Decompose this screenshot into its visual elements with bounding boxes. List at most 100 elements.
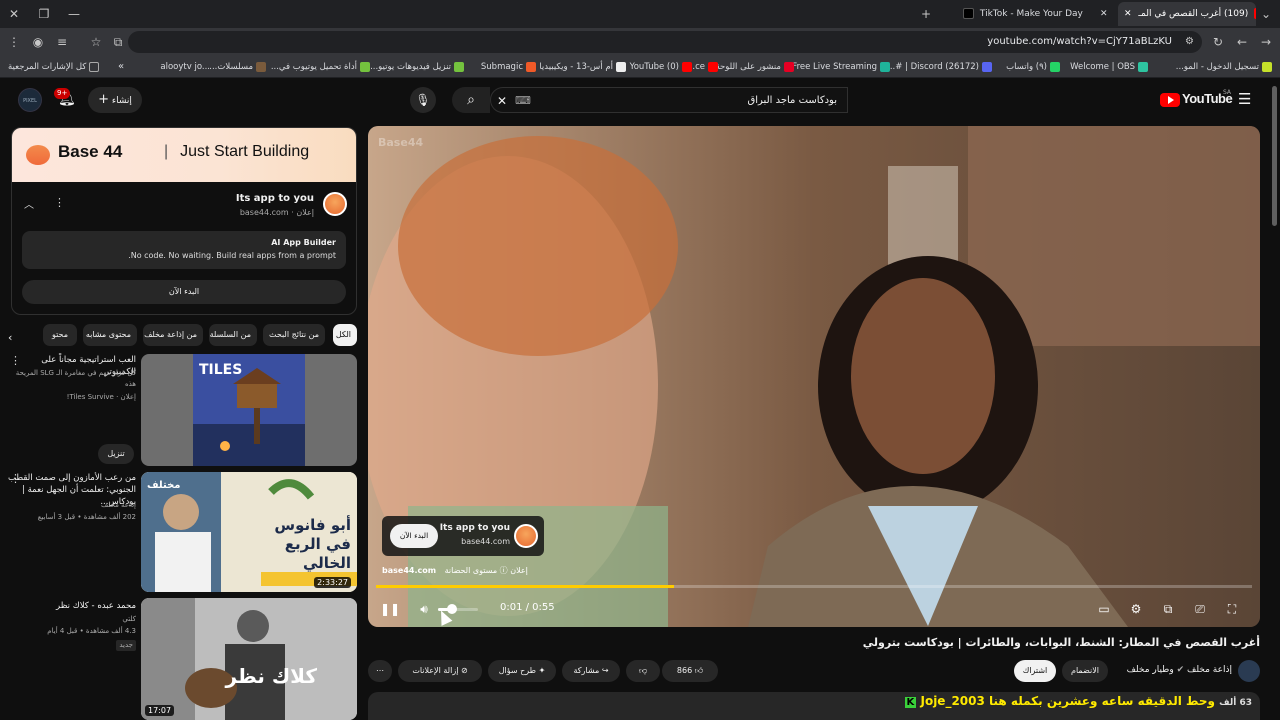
rec-channel: كلتي [122,615,136,623]
open-in-app-icon[interactable]: ⧉ [108,32,128,52]
page-scrollbar[interactable] [1272,86,1277,226]
video-thumbnail[interactable]: مختلف أبو فانوس في الربع الخالي 2:33:27 [141,472,357,592]
avatar[interactable]: PIXEL [18,88,42,112]
overlay-cta-button[interactable]: البدء الآن [390,524,438,548]
ad-site-link[interactable]: base44.com [382,566,436,575]
sparkle-icon: ✦ [538,666,546,675]
chip-from-channel[interactable]: من إذاعة مخلف [143,324,203,346]
chip-similar[interactable]: محتوى مشابه [83,324,137,346]
ad-title: Its app to you [235,193,314,204]
bookmark-item[interactable]: منشور على اللوحة... [707,56,794,78]
reading-list-icon[interactable]: ≡ [52,32,72,52]
subscribe-button[interactable]: اشتراك [1014,660,1056,682]
subtitles-icon[interactable]: ▭ [1094,599,1114,619]
ad-menu-icon[interactable]: ⋮ [54,196,65,209]
bookmark-item[interactable]: (٩) واتساب [1006,56,1060,78]
thumbs-up-icon: 👍︎ [694,666,704,675]
ad-cta-button[interactable]: البدء الآن [22,280,346,304]
chip-more[interactable]: محتو [43,324,77,346]
miniplayer-icon[interactable]: ⧉ [1158,599,1178,619]
pause-icon[interactable]: ❚❚ [380,599,400,619]
chip-all[interactable]: الكل [333,324,357,346]
keyboard-icon[interactable]: ⌨ [515,88,531,114]
reload-icon[interactable]: ↻ [1208,32,1228,52]
verified-icon: ✔ [1176,665,1185,675]
bookmark-item[interactable]: تسجيل الدخول - المو... [1176,56,1272,78]
bookmark-item[interactable]: (0) YouTube [630,56,692,78]
ask-button[interactable]: ✦ طرح سؤال [488,660,556,682]
video-thumbnail[interactable]: TILES [141,354,357,466]
volume-icon[interactable]: 🔊︎ [414,599,434,619]
dislike-button[interactable]: 👎︎ [626,660,660,682]
more-actions-icon[interactable]: ⋯ [368,660,392,682]
list-item[interactable]: TILES ⋮ العب استراتيجية مجاناً على الكمب… [0,354,360,466]
address-bar[interactable]: youtube.com/watch?v=CjY71aBLzKU ⚙ [128,31,1202,53]
overlay-ad-card[interactable]: البدء الآن Its app to you base44.com [382,516,544,556]
bookmark-item[interactable]: (26172) Discord | #... [887,56,992,78]
progress-fill [376,585,674,588]
bookmark-item[interactable]: alooytv jo... [160,56,210,78]
new-tab-icon[interactable]: + [916,4,936,24]
collapse-chevron-icon[interactable]: ︿ [24,196,34,211]
bookmark-item[interactable]: تنزيل فيديوهات يوتيو... [370,56,464,78]
youtube-play-icon [1160,93,1180,107]
window-restore-icon[interactable]: ❐ [34,4,54,24]
close-icon[interactable]: ✕ [1100,2,1108,26]
ad-sponsor: إعلان · base44.com [239,208,314,217]
remove-ads-button[interactable]: ⊘ إزالة الإعلانات [398,660,482,682]
hamburger-menu-icon[interactable]: ☰ [1238,90,1251,108]
notification-badge: 9+ [54,88,71,99]
tab-youtube[interactable]: ✕ (109) أغرب القصص في المـ [1118,2,1256,26]
forward-icon[interactable]: → [1256,32,1276,52]
bookmark-all[interactable]: كل الإشارات المرجعية [8,56,100,78]
channel-avatar[interactable] [1238,660,1260,682]
join-button[interactable]: الانضمام [1062,660,1108,682]
plus-icon: + [98,92,109,107]
window-close-icon[interactable]: ✕ [4,4,24,24]
search-icon[interactable]: ⌕ [452,87,490,113]
chip-from-search[interactable]: من نتائج البحث [263,324,325,346]
create-button[interactable]: إنشاء + [88,87,142,113]
tiktok-favicon-icon [963,8,974,19]
profile-icon[interactable]: ◉ [28,32,48,52]
tab-tiktok[interactable]: ✕ TikTok - Make Your Day [940,2,1110,26]
bookmark-item[interactable]: Free Live Streaming... [784,56,890,78]
install-button[interactable]: تنزيل [98,444,134,464]
clear-search-icon[interactable]: ✕ [497,88,507,114]
settings-gear-icon[interactable]: ⚙ [1126,599,1146,619]
bookmark-item[interactable]: Welcome | OBS [1070,56,1148,78]
menu-dots-icon[interactable]: ⋮ [4,32,24,52]
like-button[interactable]: 866 👍︎ [662,660,718,682]
url-text: youtube.com/watch?v=CjY71aBLzKU [987,36,1172,47]
bookmark-star-icon[interactable]: ☆ [86,32,106,52]
list-item[interactable]: كلاك نظر 17:07 محمد عبده - كلاك نظر كلتي… [0,598,360,720]
info-icon[interactable]: ⓘ [500,566,508,575]
rec-channel: إذاعة مخلف [101,501,136,509]
voice-search-icon[interactable]: 🎙︎ [410,87,436,113]
fullscreen-icon[interactable]: ⛶ [1222,599,1242,619]
search-input[interactable]: ✕ ⌨ بودكاست ماجد البراق [490,87,848,113]
bookmark-item[interactable]: أداة تحميل يوتيوب في... [271,56,370,78]
bookmark-item[interactable]: Submagic [481,56,536,78]
progress-bar[interactable] [376,585,1252,588]
thumb-text: أبو فانوس في الربع الخالي [274,516,351,572]
ad-info-line: base44.com مستوى الحضانة ⓘ إعلان [382,566,528,575]
video-player[interactable]: Base44 البدء الآن Its app to you base44.… [368,126,1260,627]
video-thumbnail[interactable]: كلاك نظر 17:07 [141,598,357,720]
window-minimize-icon[interactable]: — [64,4,84,24]
site-settings-icon[interactable]: ⚙ [1185,31,1194,53]
chip-from-series[interactable]: من السلسلة [209,324,257,346]
close-icon[interactable]: ✕ [1124,9,1132,19]
ad-banner[interactable]: Base 44 | Just Start Building [12,128,356,182]
bookmark-item[interactable]: أم أس-13 - ويكيبيديا [539,56,626,78]
youtube-favicon-icon [1254,8,1256,19]
description-box[interactable]: 63 ألف وحط الدقيقه ساعه وعشرين بكمله هنا… [368,692,1260,720]
cast-icon[interactable]: ⎚ [1190,599,1210,619]
list-item[interactable]: مختلف أبو فانوس في الربع الخالي 2:33:27 … [0,472,360,592]
share-button[interactable]: ↪ مشاركة [562,660,620,682]
bookmark-item[interactable]: مسلسلات... [209,56,266,78]
channel-name[interactable]: إذاعة مخلف ✔ وطيار مخلف [1127,665,1232,675]
bookmarks-overflow-icon[interactable]: » [118,56,124,78]
tab-search-icon[interactable]: ⌄ [1256,4,1276,24]
back-icon[interactable]: ← [1232,32,1252,52]
